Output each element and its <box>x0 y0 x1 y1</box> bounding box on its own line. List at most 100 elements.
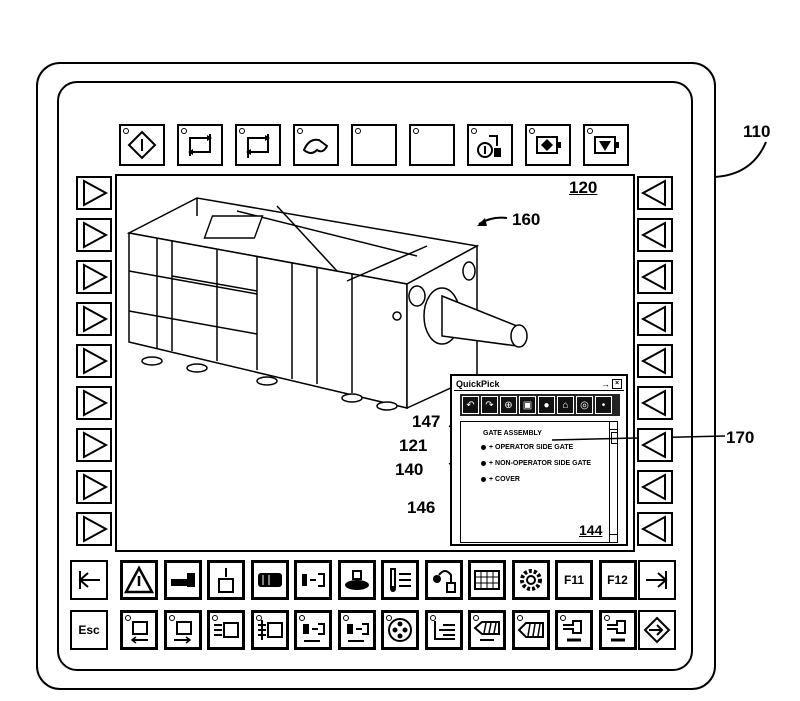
left-softkey-2[interactable] <box>76 218 112 252</box>
quickpick-panel[interactable]: QuickPick → × ↶ ↷ ⊕ ▣ ● ⌂ ◎ • GATE ASSEMBLY + O… <box>450 374 628 546</box>
mold-icon <box>218 568 234 593</box>
record-icon[interactable]: ● <box>538 396 555 414</box>
indicator-led <box>473 615 479 621</box>
target-icon[interactable]: ⊕ <box>500 396 517 414</box>
command-button-screw[interactable] <box>381 610 419 650</box>
left-softkey-8[interactable] <box>76 470 112 504</box>
triangle-right-icon <box>83 389 109 417</box>
top-button-motor-triangle[interactable] <box>583 124 629 166</box>
function-button-injection-unit[interactable] <box>163 560 202 600</box>
bullet-icon <box>481 477 486 482</box>
left-softkey-7[interactable] <box>76 428 112 462</box>
right-softkey-8[interactable] <box>637 470 673 504</box>
arrow-left-bar-icon <box>78 571 100 589</box>
page-icon[interactable]: ▣ <box>519 396 536 414</box>
indicator-led <box>255 615 262 621</box>
bullet-icon <box>481 445 486 450</box>
redo-icon[interactable]: ↷ <box>481 396 498 414</box>
injection-unit-icon <box>170 573 195 587</box>
scroll-down-arrow[interactable] <box>610 534 617 542</box>
enter-icon <box>643 616 671 644</box>
temperature-icon <box>390 568 411 592</box>
clamp-icon <box>302 573 325 587</box>
function-button-temperature[interactable] <box>381 560 419 600</box>
command-button-esc[interactable]: Esc <box>70 610 108 650</box>
command-button-mold-close[interactable] <box>163 610 202 650</box>
list-item[interactable]: + NON-OPERATOR SIDE GATE <box>481 460 591 467</box>
function-button-f12[interactable]: F12 <box>598 560 637 600</box>
quickpick-toolbar: ↶ ↷ ⊕ ▣ ● ⌂ ◎ • <box>460 394 620 416</box>
left-softkey-6[interactable] <box>76 386 112 420</box>
quickpick-title: QuickPick <box>456 379 500 389</box>
list-item[interactable]: GATE ASSEMBLY <box>483 430 542 437</box>
right-softkey-6[interactable] <box>637 386 673 420</box>
quickpick-titlebar[interactable]: QuickPick → × <box>454 378 624 391</box>
command-button-nozzle[interactable] <box>424 610 463 650</box>
command-button-carriage-forward[interactable] <box>337 610 376 650</box>
left-softkey-3[interactable] <box>76 260 112 294</box>
right-softkey-5[interactable] <box>637 344 673 378</box>
function-button-arrow-right-bar[interactable] <box>638 560 676 600</box>
search-icon[interactable]: ◎ <box>576 396 593 414</box>
left-softkey-5[interactable] <box>76 344 112 378</box>
indicator-led <box>516 615 523 621</box>
robot-arm-icon <box>432 570 456 593</box>
function-button-arrow-left-bar[interactable] <box>70 560 108 600</box>
indicator-led <box>239 128 245 134</box>
top-button-cycle-arrows[interactable] <box>177 124 223 166</box>
right-softkey-2[interactable] <box>637 218 673 252</box>
left-softkey-1[interactable] <box>76 176 112 210</box>
triangle-right-icon <box>83 515 109 543</box>
command-button-enter[interactable] <box>638 610 676 650</box>
top-button-motor-diamond[interactable] <box>525 124 571 166</box>
command-button-ejector-forward[interactable] <box>207 610 245 650</box>
command-button-mold-open[interactable] <box>120 610 158 650</box>
function-button-barrel[interactable] <box>250 560 289 600</box>
triangle-left-icon <box>640 221 666 249</box>
triangle-left-icon <box>640 263 666 291</box>
list-item[interactable]: + COVER <box>481 476 520 483</box>
right-softkey-7[interactable] <box>637 428 673 462</box>
left-softkey-4[interactable] <box>76 302 112 336</box>
function-button-robot-arm[interactable] <box>424 560 463 600</box>
top-button-blank[interactable] <box>351 124 397 166</box>
left-softkey-9[interactable] <box>76 512 112 546</box>
command-button-injection-forward[interactable] <box>598 610 637 650</box>
function-button-f11[interactable]: F11 <box>555 560 593 600</box>
home-icon[interactable]: ⌂ <box>557 396 574 414</box>
function-button-grid[interactable] <box>468 560 506 600</box>
button-label: F11 <box>563 573 584 587</box>
function-button-warning[interactable] <box>120 560 158 600</box>
right-softkey-1[interactable] <box>637 176 673 210</box>
function-button-conveyor[interactable] <box>337 560 376 600</box>
indicator-led <box>355 128 361 134</box>
top-button-cycle-arrows-alt[interactable] <box>235 124 281 166</box>
right-softkey-4[interactable] <box>637 302 673 336</box>
ref-label-140: 140 <box>395 460 424 479</box>
button-label: F12 <box>607 573 628 587</box>
triangle-left-icon <box>640 347 666 375</box>
indicator-led <box>386 615 392 621</box>
top-button-hand[interactable] <box>293 124 339 166</box>
pin-icon[interactable]: → <box>601 378 610 390</box>
cycle-arrows-alt-icon <box>246 134 270 158</box>
command-button-injection-back[interactable] <box>555 610 593 650</box>
right-softkey-3[interactable] <box>637 260 673 294</box>
top-button-blank[interactable] <box>409 124 455 166</box>
scroll-up-arrow[interactable] <box>610 422 617 430</box>
command-button-screw-back[interactable] <box>468 610 506 650</box>
top-button-robot-info[interactable] <box>467 124 513 166</box>
function-button-gear[interactable] <box>511 560 550 600</box>
command-button-screw-rotate[interactable] <box>511 610 550 650</box>
right-softkey-9[interactable] <box>637 512 673 546</box>
undo-icon[interactable]: ↶ <box>462 396 479 414</box>
cycle-arrows-icon <box>188 134 212 156</box>
close-icon[interactable]: × <box>612 379 622 389</box>
function-button-clamp[interactable] <box>294 560 332 600</box>
command-button-carriage-back[interactable] <box>294 610 332 650</box>
function-button-mold[interactable] <box>207 560 245 600</box>
top-button-diamond-info[interactable] <box>119 124 165 166</box>
command-button-ejector-back[interactable] <box>250 610 289 650</box>
indicator-led <box>181 128 187 134</box>
record-dot-icon[interactable]: • <box>595 396 612 414</box>
